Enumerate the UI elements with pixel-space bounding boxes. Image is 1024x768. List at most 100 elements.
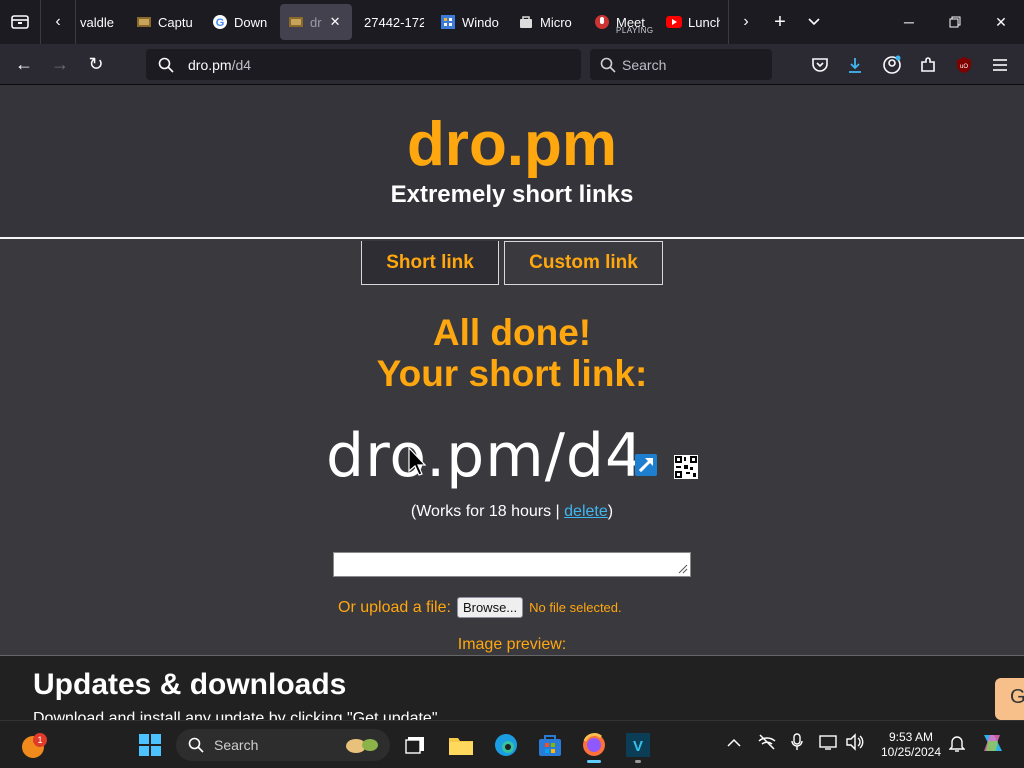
done-heading: All done!	[432, 312, 592, 353]
downloads-icon[interactable]	[842, 52, 868, 78]
edge-browser-icon[interactable]	[490, 729, 522, 761]
open-link-icon[interactable]	[634, 453, 658, 482]
delete-link[interactable]: delete	[564, 503, 608, 520]
bag-icon	[518, 14, 534, 30]
qr-code-icon[interactable]	[674, 455, 698, 484]
tab-list-icon[interactable]	[0, 0, 40, 44]
expiry-note: (Works for 18 hours | delete)	[0, 503, 1024, 521]
new-tab-icon[interactable]: +	[763, 0, 797, 44]
restore-icon[interactable]	[932, 0, 978, 44]
upload-row: Or upload a file: Browse... No file sele…	[338, 597, 622, 618]
notification-bell-icon[interactable]	[948, 734, 966, 755]
active-app-indicator	[587, 760, 601, 763]
tab-title: valdle	[80, 14, 114, 30]
site-logo[interactable]: dro.pm	[0, 109, 1024, 180]
taskbar-search-placeholder: Search	[214, 737, 259, 753]
navigation-toolbar: ← → ↻ dro.pm/d4 Search uO	[0, 44, 1024, 85]
tab-windows[interactable]: Windo	[432, 4, 510, 40]
search-icon	[158, 57, 174, 73]
ublock-origin-icon[interactable]: uO	[951, 52, 977, 78]
url-path: /d4	[231, 56, 252, 73]
tab-dro-pm-active[interactable]: dr ✕	[280, 4, 352, 40]
tab-microsoft[interactable]: Micro	[510, 4, 586, 40]
site-header: dro.pm Extremely short links	[0, 85, 1024, 239]
running-app-indicator	[635, 760, 641, 763]
scroll-tabs-right-icon[interactable]: ›	[729, 0, 763, 44]
youtube-icon	[666, 14, 682, 30]
link-text-area[interactable]	[333, 552, 691, 577]
clock-date: 10/25/2024	[880, 745, 942, 759]
vscode-app-icon[interactable]: V	[622, 729, 654, 763]
extensions-icon[interactable]	[915, 52, 941, 78]
tab-title: Windo	[462, 14, 499, 30]
expiry-text: (Works for 18 hours |	[410, 503, 565, 520]
get-update-button[interactable]: G	[995, 678, 1024, 720]
tab-title: dr	[310, 14, 322, 30]
search-bar[interactable]: Search	[590, 49, 772, 80]
tab-title: 27442-172	[364, 14, 424, 30]
tab-title: Lunch	[688, 14, 720, 30]
minimize-icon[interactable]: ─	[886, 0, 932, 44]
microsoft-store-icon[interactable]	[534, 729, 566, 761]
svg-text:V: V	[633, 738, 643, 755]
close-window-icon[interactable]: ✕	[978, 0, 1024, 44]
windows-start-icon[interactable]	[134, 729, 166, 761]
tab-lunch[interactable]: Lunch	[658, 4, 728, 40]
svg-text:uO: uO	[960, 64, 968, 70]
pocket-icon[interactable]	[807, 52, 833, 78]
updates-description: Download and install any update by click…	[33, 710, 438, 720]
show-hidden-icons-icon[interactable]	[727, 735, 741, 751]
tab-title: Down	[234, 14, 268, 30]
notification-badge: 1	[37, 735, 42, 745]
tab-title: Micro	[540, 14, 572, 30]
taskbar-search[interactable]: Search	[176, 729, 390, 761]
volume-icon[interactable]	[845, 733, 865, 754]
task-view-icon[interactable]	[399, 729, 431, 761]
tab-capture[interactable]: Captu	[128, 4, 204, 40]
close-tab-icon[interactable]: ✕	[330, 14, 341, 30]
back-arrow-icon[interactable]: ←	[6, 48, 42, 80]
search-placeholder: Search	[622, 56, 667, 73]
tab-valdle[interactable]: valdle	[76, 4, 128, 40]
tab-meet[interactable]: Meet PLAYING	[586, 4, 658, 40]
short-link-heading: Your short link:	[376, 353, 648, 394]
url-bar[interactable]: dro.pm/d4	[146, 49, 581, 80]
tab-27442[interactable]: 27442-172	[352, 4, 432, 40]
film-icon	[136, 14, 152, 30]
clock-time: 9:53 AM	[888, 730, 934, 744]
forward-arrow-icon[interactable]: →	[42, 48, 78, 80]
copilot-icon[interactable]	[980, 731, 1006, 758]
upload-label: Or upload a file:	[338, 598, 451, 616]
system-clock[interactable]: 9:53 AM 10/25/2024	[876, 730, 946, 760]
account-icon[interactable]	[879, 52, 905, 78]
mouse-cursor-icon	[408, 446, 427, 482]
tab-short-link[interactable]: Short link	[361, 241, 499, 285]
search-highlight-icon	[346, 739, 378, 753]
firefox-icon[interactable]	[578, 729, 610, 763]
updates-title: Updates & downloads	[33, 668, 347, 701]
network-off-icon[interactable]	[757, 733, 777, 754]
windows-taskbar: 1 Search V 9:53 AM 10/25/2024	[0, 720, 1024, 768]
microphone-icon[interactable]	[790, 733, 804, 754]
windows-store-icon	[440, 14, 456, 30]
tab-custom-link[interactable]: Custom link	[504, 241, 663, 285]
tab-google[interactable]: G Down	[204, 4, 280, 40]
scroll-tabs-left-icon[interactable]: ‹	[41, 0, 75, 44]
film-icon	[288, 14, 304, 30]
resize-grip-icon[interactable]	[676, 562, 688, 574]
tab-title: Captu	[158, 14, 193, 30]
tab-playing-label: PLAYING	[616, 26, 654, 35]
browse-button[interactable]: Browse...	[456, 597, 524, 618]
display-battery-icon[interactable]	[819, 733, 839, 754]
updates-panel: Updates & downloads Download and install…	[0, 655, 1024, 720]
menu-hamburger-icon[interactable]	[987, 52, 1013, 78]
page-content: dro.pm Extremely short links Short link …	[0, 85, 1024, 720]
reload-icon[interactable]: ↻	[78, 48, 114, 80]
short-link-text[interactable]: dro.pm/d4	[326, 421, 644, 491]
weather-widget-icon[interactable]: 1	[18, 729, 50, 761]
chevron-down-icon[interactable]	[797, 0, 831, 44]
file-explorer-icon[interactable]	[445, 729, 477, 761]
google-icon: G	[212, 14, 228, 30]
tab-strip: ‹ valdle Captu G Down dr ✕ 27442-172 Win…	[0, 0, 1024, 44]
image-preview-label: Image preview:	[457, 636, 567, 653]
